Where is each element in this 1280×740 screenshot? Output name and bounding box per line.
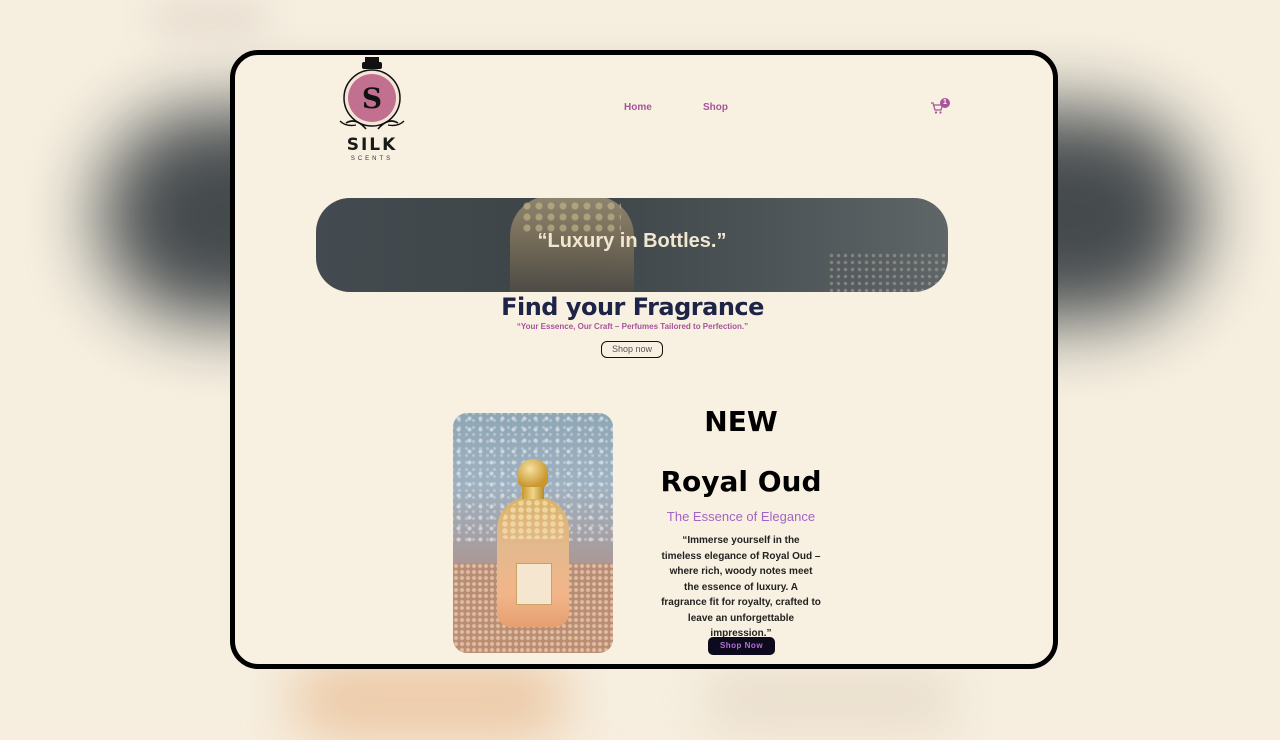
brand-name: SILK [346, 135, 398, 155]
product-tagline: The Essence of Elegance [666, 509, 816, 524]
shop-now-button[interactable]: Shop now [601, 341, 663, 358]
backdrop-blur [150, 0, 270, 40]
nav-shop[interactable]: Shop [703, 102, 728, 113]
hero-texture [828, 252, 948, 292]
product-name: Royal Oud [660, 465, 822, 498]
backdrop-blur [700, 670, 960, 730]
brand-logo[interactable]: S SILK SCENTS [336, 57, 408, 165]
nav-home[interactable]: Home [624, 102, 652, 113]
page-title: Find your Fragrance [501, 293, 764, 321]
backdrop-blur [290, 660, 570, 740]
hero-banner: “Luxury in Bottles.” [316, 198, 948, 292]
product-image [453, 413, 613, 653]
hero-texture [521, 200, 621, 234]
website: S SILK SCENTS Home Shop 1 “Luxury in Bot… [235, 55, 1053, 664]
cart-count-badge: 1 [940, 98, 950, 108]
product-shop-now-button[interactable]: Shop Now [708, 637, 775, 655]
device-frame: S SILK SCENTS Home Shop 1 “Luxury in Bot… [230, 50, 1058, 669]
bottle-label [516, 563, 552, 605]
new-badge: NEW [704, 405, 778, 438]
bottle-cap [518, 459, 548, 487]
hero-quote: “Luxury in Bottles.” [537, 230, 727, 252]
product-description: “Immerse yourself in the timeless elegan… [661, 535, 821, 639]
page-subtitle: “Your Essence, Our Craft – Perfumes Tail… [516, 322, 749, 331]
brand-subname: SCENTS [350, 156, 394, 162]
bottle-neck [522, 485, 544, 499]
logo-monogram: S [362, 82, 382, 115]
perfume-bottle-logo-icon: S [339, 57, 405, 130]
